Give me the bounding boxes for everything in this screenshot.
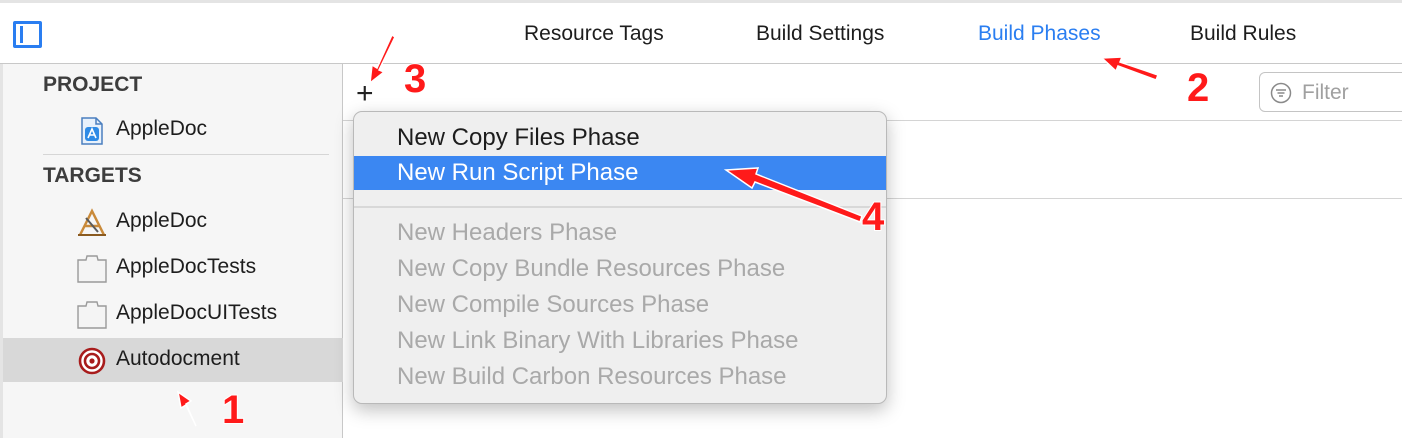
bundle-icon [77, 255, 107, 283]
menu-item-new-run-script-phase[interactable]: New Run Script Phase [354, 156, 886, 190]
sidebar-item-label: AppleDocTests [116, 255, 257, 278]
sidebar-item-project-appledoc[interactable]: AppleDoc [3, 108, 343, 152]
app-target-icon [78, 208, 106, 236]
sidebar-item-target-appledocuitests[interactable]: AppleDocUITests [3, 292, 343, 336]
filter-icon [1270, 82, 1292, 104]
sidebar-item-target-appledoc[interactable]: AppleDoc [3, 200, 343, 244]
menu-separator [354, 206, 886, 208]
menu-item-new-copy-files-phase[interactable]: New Copy Files Phase [354, 121, 886, 155]
filter-placeholder: Filter [1302, 81, 1349, 104]
app-project-icon [81, 117, 103, 145]
sidebar-item-label: AppleDocUITests [116, 301, 278, 324]
menu-item-label: New Copy Bundle Resources Phase [397, 255, 786, 282]
menu-item-label: New Copy Files Phase [397, 124, 640, 151]
menu-item-new-compile-sources-phase: New Compile Sources Phase [354, 288, 886, 322]
tab-bar: Resource Tags Build Settings Build Phase… [0, 0, 1402, 64]
add-phase-menu: New Copy Files Phase New Run Script Phas… [353, 111, 887, 404]
tab-resource-tags[interactable]: Resource Tags [524, 21, 664, 47]
sidebar-toggle-icon[interactable] [13, 21, 42, 48]
menu-item-label: New Build Carbon Resources Phase [397, 363, 787, 390]
aggregate-target-icon [78, 347, 106, 375]
sidebar-item-label: AppleDoc [116, 117, 208, 140]
section-divider [43, 154, 329, 155]
project-section-header: PROJECT [43, 73, 143, 96]
sidebar-item-target-autodocment[interactable]: Autodocment [3, 338, 343, 382]
sidebar-item-label: AppleDoc [116, 209, 208, 232]
menu-item-label: New Compile Sources Phase [397, 291, 710, 318]
sidebar-item-label: Autodocment [116, 347, 240, 370]
targets-section-header: TARGETS [43, 164, 142, 187]
menu-item-label: New Run Script Phase [397, 159, 639, 186]
tab-build-rules[interactable]: Build Rules [1190, 21, 1296, 47]
menu-item-new-headers-phase: New Headers Phase [354, 216, 886, 250]
menu-item-label: New Link Binary With Libraries Phase [397, 327, 799, 354]
top-divider [0, 0, 1402, 3]
tab-build-settings[interactable]: Build Settings [756, 21, 884, 47]
project-navigator: PROJECT AppleDoc TARGETS AppleDoc AppleD… [0, 64, 343, 438]
sidebar-item-target-appledoctests[interactable]: AppleDocTests [3, 246, 343, 290]
add-phase-button[interactable]: + [356, 79, 374, 109]
menu-item-new-copy-bundle-resources-phase: New Copy Bundle Resources Phase [354, 252, 886, 286]
tab-build-phases[interactable]: Build Phases [978, 21, 1101, 47]
filter-field[interactable]: Filter [1259, 72, 1402, 112]
menu-item-new-link-binary-phase: New Link Binary With Libraries Phase [354, 324, 886, 358]
menu-item-label: New Headers Phase [397, 219, 618, 246]
menu-item-new-build-carbon-resources-phase: New Build Carbon Resources Phase [354, 360, 886, 394]
bundle-icon [77, 301, 107, 329]
